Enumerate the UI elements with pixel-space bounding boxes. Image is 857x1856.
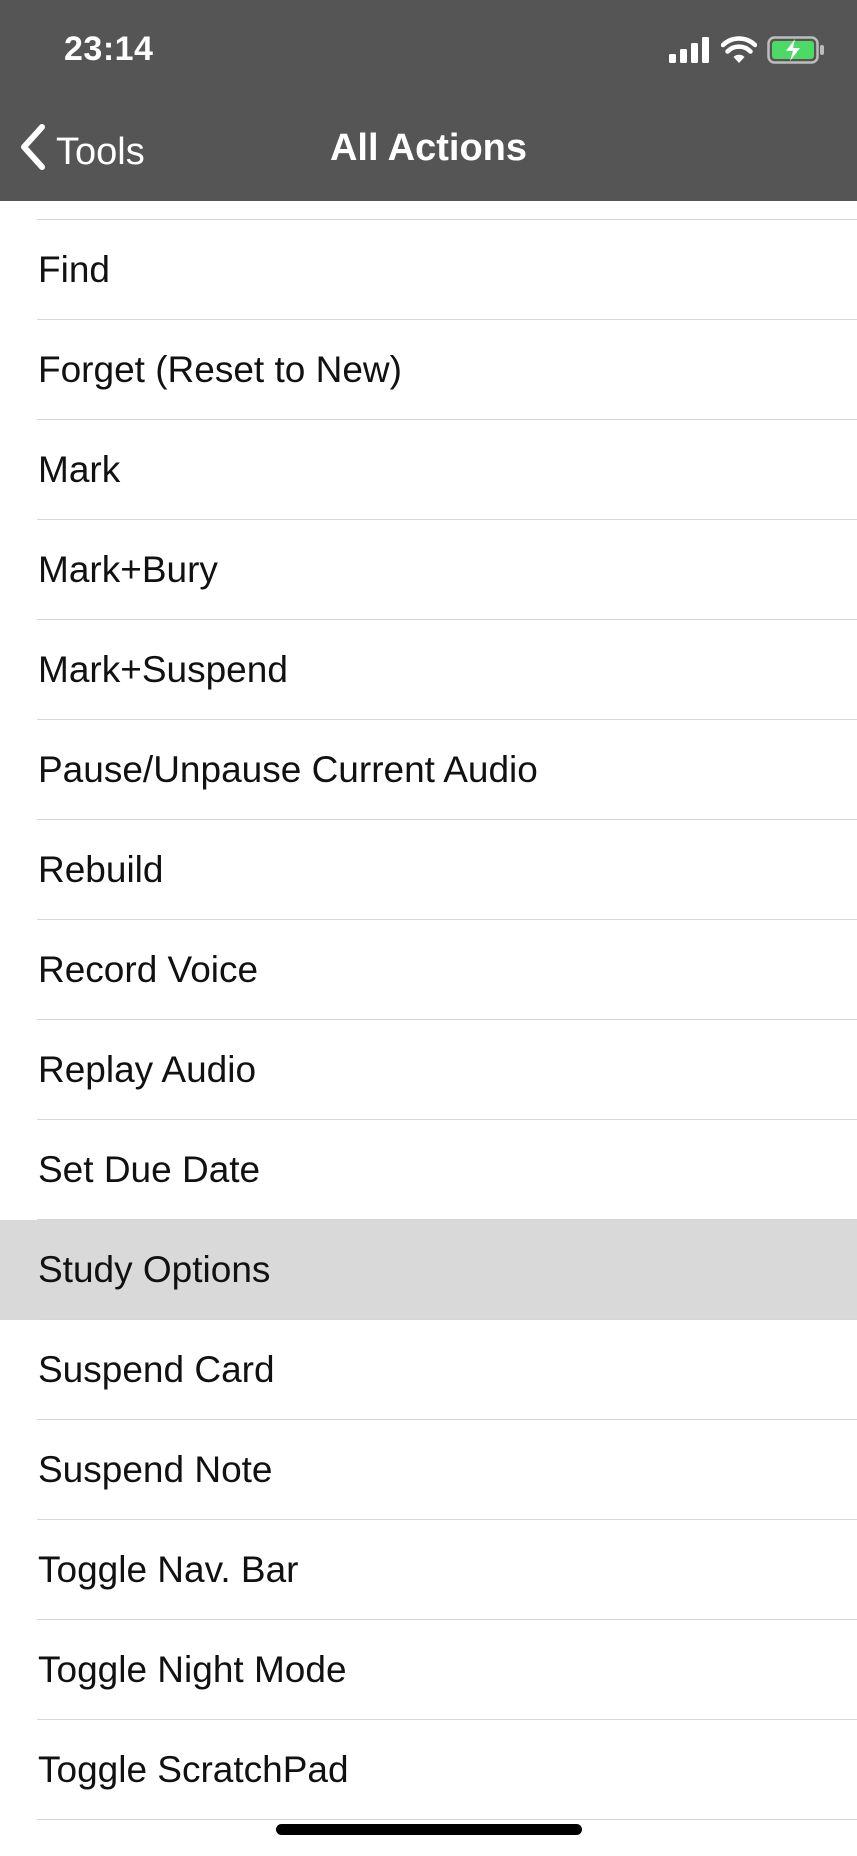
navigation-header: 23:14 Tools All Actions — [0, 0, 857, 201]
action-label: Replay Audio — [38, 1049, 257, 1090]
list-top-separator — [0, 201, 857, 220]
action-row[interactable]: Suspend Card — [0, 1320, 857, 1420]
action-label: Pause/Unpause Current Audio — [38, 749, 538, 790]
action-label: Toggle Nav. Bar — [38, 1549, 299, 1590]
action-label: Rebuild — [38, 849, 164, 890]
cellular-signal-icon — [669, 37, 711, 63]
home-indicator[interactable] — [276, 1824, 582, 1835]
action-label: Record Voice — [38, 949, 259, 990]
battery-charging-icon — [767, 36, 825, 64]
action-row[interactable]: Find — [0, 220, 857, 320]
action-row[interactable]: Forget (Reset to New) — [0, 320, 857, 420]
action-row[interactable]: Pause/Unpause Current Audio — [0, 720, 857, 820]
action-label: Set Due Date — [38, 1149, 261, 1190]
action-label: Forget (Reset to New) — [38, 349, 402, 390]
action-label: Suspend Card — [38, 1349, 275, 1390]
action-row[interactable]: Record Voice — [0, 920, 857, 1020]
action-row[interactable]: Mark+Bury — [0, 520, 857, 620]
wifi-icon — [721, 36, 757, 64]
action-row[interactable]: Study Options — [0, 1220, 857, 1320]
action-row[interactable]: Toggle Nav. Bar — [0, 1520, 857, 1620]
action-label: Mark+Suspend — [38, 649, 288, 690]
action-row[interactable]: Set Due Date — [0, 1120, 857, 1220]
action-label: Mark — [38, 449, 121, 490]
status-time: 23:14 — [64, 30, 154, 68]
action-row[interactable]: Mark+Suspend — [0, 620, 857, 720]
action-row[interactable]: Toggle ScratchPad — [0, 1720, 857, 1820]
action-row[interactable]: Toggle Night Mode — [0, 1620, 857, 1720]
action-row[interactable]: Rebuild — [0, 820, 857, 920]
action-label: Study Options — [38, 1249, 271, 1290]
page-title: All Actions — [329, 127, 528, 169]
action-row[interactable]: Suspend Note — [0, 1420, 857, 1520]
action-label: Find — [38, 249, 110, 290]
actions-list: Find Forget (Reset to New) Mark Mark+Bury Ma… — [0, 201, 857, 1820]
action-label: Toggle Night Mode — [38, 1649, 347, 1690]
action-label: Suspend Note — [38, 1449, 273, 1490]
action-label: Toggle ScratchPad — [38, 1749, 349, 1790]
status-icons — [669, 36, 825, 64]
action-label: Mark+Bury — [38, 549, 218, 590]
action-row[interactable]: Replay Audio — [0, 1020, 857, 1120]
action-row[interactable]: Mark — [0, 420, 857, 520]
